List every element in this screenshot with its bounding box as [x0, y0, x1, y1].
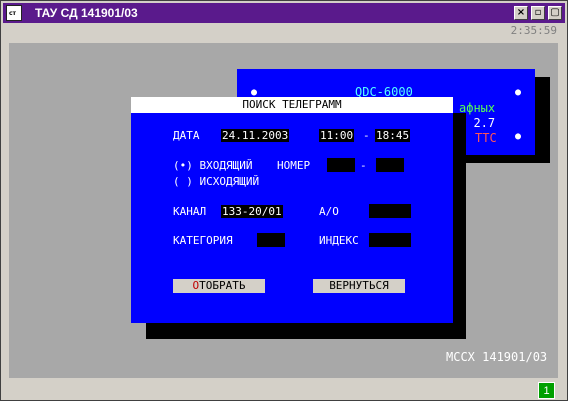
status-bar: [1, 381, 567, 400]
terminal-window: ст ТАУ СД 141901/03 × ▫ ▢ 2:35:59 ● ● QD…: [0, 0, 568, 401]
number-to-field[interactable]: [376, 158, 404, 172]
number-from-field[interactable]: [327, 158, 355, 172]
back-button[interactable]: ВЕРНУТЬСЯ: [313, 279, 405, 293]
index-label: ИНДЕКС: [319, 234, 359, 247]
select-button[interactable]: ОТОБРАТЬ: [173, 279, 265, 293]
bullet-icon: ●: [515, 131, 522, 142]
window-title: ТАУ СД 141901/03: [35, 6, 138, 20]
time-from-field[interactable]: 11:00: [319, 129, 355, 142]
app-icon-label: ст: [9, 10, 17, 17]
app-icon[interactable]: ст: [6, 5, 22, 21]
page-indicator[interactable]: 1: [538, 382, 555, 399]
index-field[interactable]: [369, 233, 411, 247]
radio-outgoing[interactable]: ( ) ИСХОДЯЩИЙ: [173, 175, 259, 188]
radio-incoming[interactable]: (•) ВХОДЯЩИЙ: [173, 159, 252, 172]
restore-icon[interactable]: ▫: [531, 6, 545, 20]
ao-label: А/О: [319, 205, 339, 218]
clock: 2:35:59: [510, 24, 557, 37]
time-to-field[interactable]: 18:45: [375, 129, 411, 142]
time-separator: -: [363, 129, 370, 142]
dialog-title: ПОИСК ТЕЛЕГРАММ: [131, 97, 453, 113]
minimize-icon[interactable]: ×: [514, 6, 528, 20]
date-label: ДАТА: [173, 129, 200, 142]
bullet-icon: ●: [515, 87, 522, 98]
title-bar[interactable]: ст ТАУ СД 141901/03 × ▫ ▢: [3, 3, 565, 23]
number-label: НОМЕР: [277, 159, 311, 172]
category-field[interactable]: [257, 233, 285, 247]
date-field[interactable]: 24.11.2003: [221, 129, 290, 142]
channel-field[interactable]: 133-20/01: [221, 205, 283, 218]
terminal-screen: ● ● QDC-6000 афных я 2.7 я TTC ● ПОИСК Т…: [9, 43, 558, 378]
background-line-3-highlight: TTC: [475, 131, 497, 145]
select-button-label: ТОБРАТЬ: [199, 279, 246, 292]
number-separator: -: [360, 159, 367, 172]
maximize-icon[interactable]: ▢: [548, 6, 562, 20]
channel-label: КАНАЛ: [173, 205, 207, 218]
ao-field[interactable]: [369, 204, 411, 218]
org-id: МССХ 141901/03: [446, 350, 548, 364]
category-label: КАТЕГОРИЯ: [173, 234, 233, 247]
search-dialog: ПОИСК ТЕЛЕГРАММ ДАТА 24.11.2003 11:00 - …: [131, 97, 453, 323]
